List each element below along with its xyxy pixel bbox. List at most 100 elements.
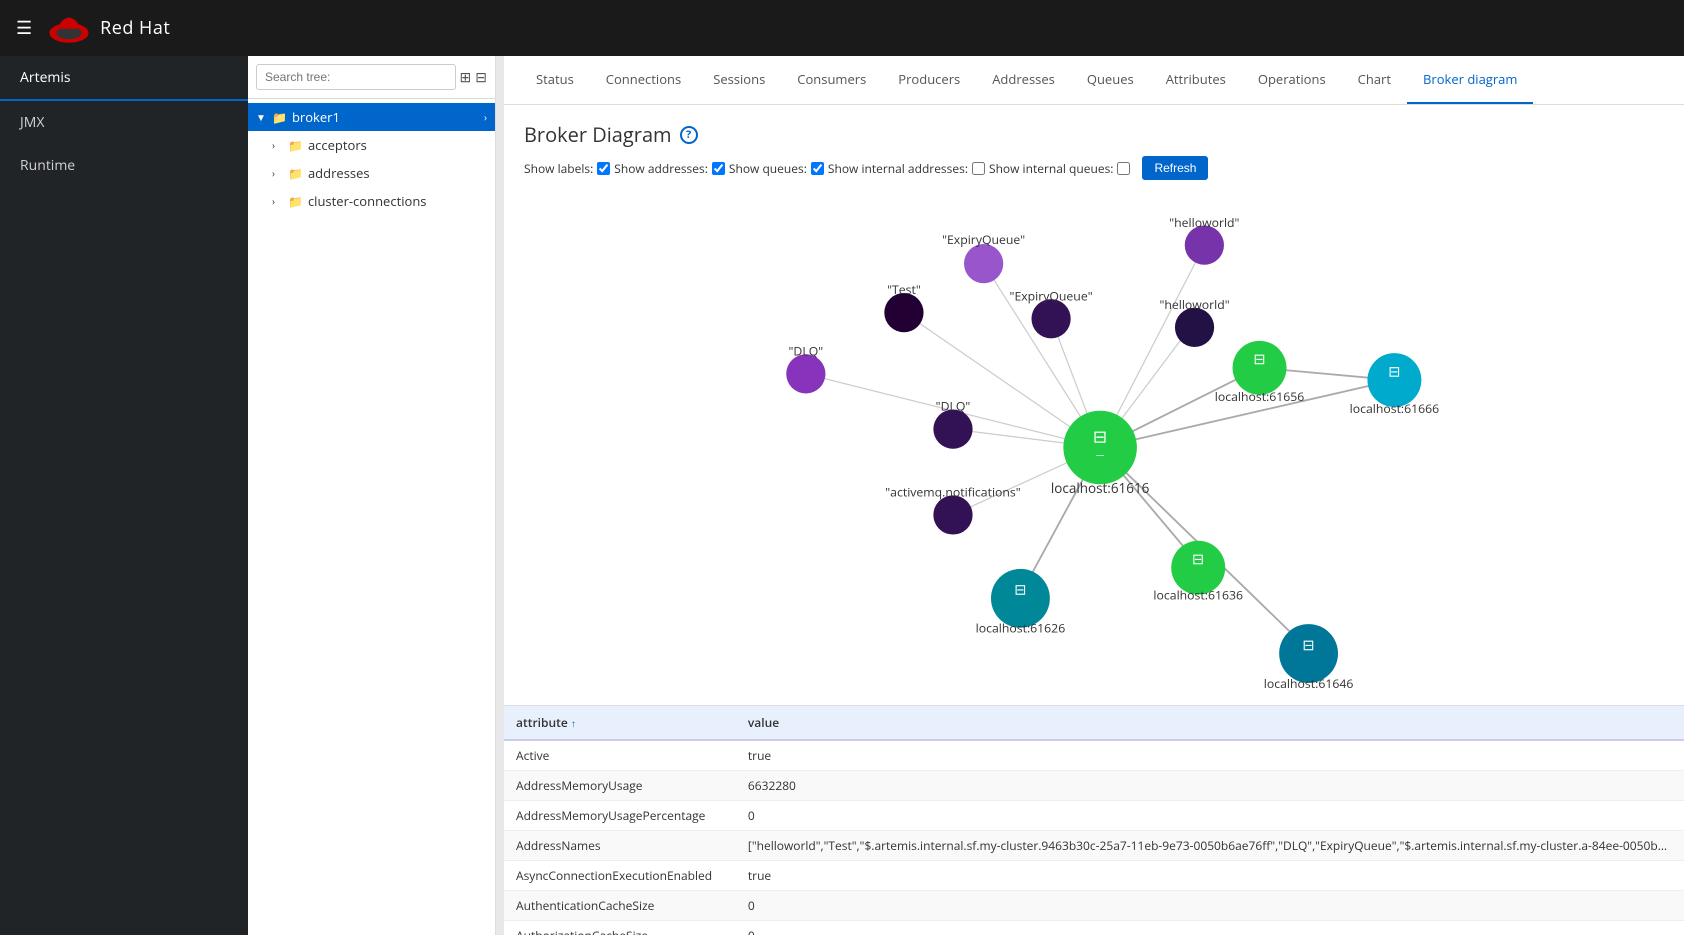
expand-arrow: › — [272, 194, 284, 208]
node-label: "activemq.notifications" — [885, 484, 1020, 501]
node-label: "helloworld" — [1159, 296, 1229, 313]
top-nav: ☰ Red Hat — [0, 0, 1684, 56]
node-label: localhost:61656 — [1215, 388, 1305, 405]
tab-bar: Status Connections Sessions Consumers Pr… — [504, 56, 1684, 105]
tab-sessions[interactable]: Sessions — [697, 56, 781, 104]
expand-arrow: › — [272, 166, 284, 180]
attribute-value: true — [736, 740, 1684, 771]
broker-icon: ⊟ — [1253, 349, 1265, 369]
node-activemq[interactable] — [933, 495, 972, 534]
node-expiryqueue1[interactable] — [964, 244, 1003, 283]
sidebar-item-runtime[interactable]: Runtime — [0, 144, 248, 187]
show-addresses-checkbox[interactable] — [712, 162, 725, 175]
node-label: localhost:61626 — [976, 620, 1066, 637]
broker-icon: ⊟ — [1388, 361, 1400, 381]
folder-icon: 📁 — [288, 137, 303, 154]
node-label: "helloworld" — [1169, 214, 1239, 231]
attribute-value: true — [736, 861, 1684, 891]
tree-resize-handle[interactable] — [496, 56, 504, 935]
tab-consumers[interactable]: Consumers — [781, 56, 882, 104]
sidebar: Artemis JMX Runtime — [0, 56, 248, 935]
folder-icon: 📁 — [272, 109, 287, 126]
broker-icon: ⊟ — [1093, 426, 1107, 449]
diagram-title: Broker Diagram — [524, 121, 672, 148]
show-labels-checkbox[interactable] — [597, 162, 610, 175]
attribute-table: attribute value ActivetrueAddressMemoryU… — [504, 705, 1684, 935]
node-label: localhost:61666 — [1350, 400, 1440, 417]
node-expiryqueue2[interactable] — [1031, 299, 1070, 338]
show-internal-addresses-checkbox[interactable] — [972, 162, 985, 175]
table-row[interactable]: AddressNames["helloworld","Test","$.arte… — [504, 831, 1684, 861]
attribute-name: Active — [504, 740, 736, 771]
node-label: localhost:61646 — [1264, 675, 1354, 692]
attribute-name: AddressMemoryUsage — [504, 771, 736, 801]
tree-node-acceptors[interactable]: › 📁 acceptors — [248, 131, 495, 159]
broker-icon: ⊟ — [1302, 635, 1314, 655]
node-test[interactable] — [884, 293, 923, 332]
refresh-button[interactable]: Refresh — [1142, 156, 1208, 180]
diagram-area: Broker Diagram ? Show labels: Show addre… — [504, 105, 1684, 935]
node-label: "ExpiryQueue" — [942, 231, 1025, 248]
attribute-value: 0 — [736, 891, 1684, 921]
tree-search-bar: ⊞ ⊟ — [248, 56, 495, 99]
tab-broker-diagram[interactable]: Broker diagram — [1407, 56, 1533, 104]
show-internal-addresses-label: Show internal addresses: — [828, 160, 968, 177]
search-input[interactable] — [256, 64, 456, 90]
table-row[interactable]: AddressMemoryUsage6632280 — [504, 771, 1684, 801]
content-area: Status Connections Sessions Consumers Pr… — [504, 56, 1684, 935]
tab-producers[interactable]: Producers — [882, 56, 976, 104]
folder-icon: 📁 — [288, 193, 303, 210]
diagram-header: Broker Diagram ? — [504, 105, 1684, 156]
show-internal-queues-checkbox[interactable] — [1117, 162, 1130, 175]
node-dlq2[interactable] — [933, 409, 972, 448]
table-row[interactable]: AddressMemoryUsagePercentage0 — [504, 801, 1684, 831]
tab-status[interactable]: Status — [520, 56, 590, 104]
table-row[interactable]: AuthorizationCacheSize0 — [504, 921, 1684, 935]
expand-arrow: › — [272, 138, 284, 152]
tab-attributes[interactable]: Attributes — [1150, 56, 1242, 104]
tab-chart[interactable]: Chart — [1342, 56, 1407, 104]
attribute-name: AuthenticationCacheSize — [504, 891, 736, 921]
node-dlq1[interactable] — [786, 354, 825, 393]
chevron-right-icon: › — [484, 110, 487, 124]
attribute-name: AsyncConnectionExecutionEnabled — [504, 861, 736, 891]
help-icon[interactable]: ? — [680, 126, 698, 144]
attribute-name: AddressMemoryUsagePercentage — [504, 801, 736, 831]
node-helloworld1[interactable] — [1185, 226, 1224, 265]
show-labels-label: Show labels: — [524, 160, 593, 177]
node-helloworld2[interactable] — [1175, 308, 1214, 347]
col-attribute[interactable]: attribute — [504, 706, 736, 740]
broker-icon: ⊟ — [1192, 549, 1204, 569]
node-label: localhost:61636 — [1153, 587, 1243, 604]
table-row[interactable]: AsyncConnectionExecutionEnabledtrue — [504, 861, 1684, 891]
network-diagram: "ExpiryQueue" "helloworld" "Test" "Expir… — [504, 190, 1684, 705]
collapse-all-icon[interactable]: ⊟ — [475, 68, 487, 87]
node-label: "DLQ" — [789, 343, 824, 360]
brand-name: Red Hat — [100, 16, 170, 40]
attribute-value: 0 — [736, 801, 1684, 831]
table-row[interactable]: AuthenticationCacheSize0 — [504, 891, 1684, 921]
broker-diagram-svg: "ExpiryQueue" "helloworld" "Test" "Expir… — [504, 190, 1684, 705]
tree-node-broker1[interactable]: ▼ 📁 broker1 › — [248, 103, 495, 131]
tab-queues[interactable]: Queues — [1071, 56, 1150, 104]
show-queues-label: Show queues: — [729, 160, 807, 177]
show-addresses-label: Show addresses: — [614, 160, 708, 177]
col-value[interactable]: value — [736, 706, 1684, 740]
tree-node-cluster-connections[interactable]: › 📁 cluster-connections — [248, 187, 495, 215]
expand-arrow: ▼ — [256, 110, 268, 124]
tree-node-addresses[interactable]: › 📁 addresses — [248, 159, 495, 187]
show-internal-queues-label: Show internal queues: — [989, 160, 1113, 177]
tab-addresses[interactable]: Addresses — [976, 56, 1071, 104]
expand-all-icon[interactable]: ⊞ — [460, 68, 472, 87]
sidebar-item-jmx[interactable]: JMX — [0, 101, 248, 144]
attribute-name: AddressNames — [504, 831, 736, 861]
show-queues-checkbox[interactable] — [811, 162, 824, 175]
table-row[interactable]: Activetrue — [504, 740, 1684, 771]
sidebar-item-artemis[interactable]: Artemis — [0, 56, 248, 101]
node-label: localhost:61616 — [1051, 479, 1150, 497]
tab-connections[interactable]: Connections — [590, 56, 697, 104]
hamburger-menu[interactable]: ☰ — [16, 16, 32, 40]
node-label: "DLQ" — [936, 398, 971, 415]
tab-operations[interactable]: Operations — [1242, 56, 1342, 104]
broker-icon: ⊟ — [1014, 580, 1026, 600]
